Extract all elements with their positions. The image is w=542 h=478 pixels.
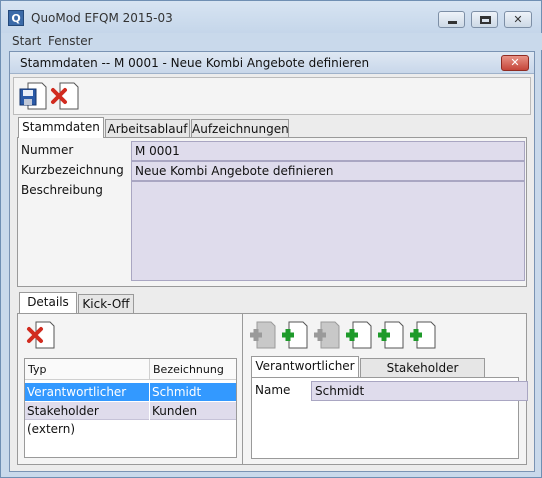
app-window: Q QuoMod EFQM 2015-03 ✕ Start Fenster St… (0, 0, 542, 478)
name-label: Name (255, 383, 291, 397)
maximize-icon (480, 16, 491, 24)
stammdaten-window: Stammdaten -- M 0001 - Neue Kombi Angebo… (9, 51, 535, 472)
stakeholder-table: Typ Bezeichnung Verantwortlicher Schmidt… (24, 358, 237, 458)
app-logo-icon: Q (8, 10, 24, 26)
add-button-2[interactable] (279, 320, 309, 350)
delete-button[interactable] (50, 81, 80, 111)
minimize-icon (448, 21, 457, 24)
main-toolbar (13, 77, 531, 115)
stammdaten-panel: Nummer M 0001 Kurzbezeichnung Neue Kombi… (17, 137, 527, 287)
save-button[interactable] (18, 81, 48, 111)
tab-verantwortlicher[interactable]: Verantwortlicher (251, 356, 359, 377)
add-document-icon (346, 321, 372, 349)
menu-bar: Start Fenster (2, 33, 542, 50)
table-row[interactable]: Verantwortlicher Schmidt (25, 383, 236, 401)
nummer-field[interactable]: M 0001 (131, 141, 525, 161)
nummer-label: Nummer (21, 143, 74, 157)
table-cell-typ: Stakeholder (extern) (25, 402, 149, 436)
right-subpanel: Verantwortlicher Stakeholder (extern) Na… (242, 314, 528, 464)
beschreibung-field[interactable] (131, 181, 525, 281)
tab-arbeitsablauf[interactable]: Arbeitsablauf (105, 119, 190, 139)
save-document-icon (19, 82, 47, 110)
tab-stakeholder-extern[interactable]: Stakeholder (extern) (360, 358, 485, 394)
table-cell-bezeichnung: Kunden (150, 402, 236, 420)
add-disabled-icon (250, 321, 276, 349)
verantwortlicher-panel: Name Schmidt (251, 377, 528, 459)
maximize-button[interactable] (471, 11, 498, 28)
tab-kick-off[interactable]: Kick-Off (78, 294, 134, 314)
delete-entry-button[interactable] (26, 320, 56, 350)
minimize-button[interactable] (438, 11, 465, 28)
app-titlebar[interactable]: Q QuoMod EFQM 2015-03 ✕ (1, 1, 541, 33)
table-row[interactable]: Stakeholder (extern) Kunden (25, 402, 236, 436)
add-document-icon (410, 321, 436, 349)
add-button-5[interactable] (375, 320, 405, 350)
details-panel: Typ Bezeichnung Verantwortlicher Schmidt… (17, 313, 528, 465)
add-document-icon (378, 321, 404, 349)
add-document-icon (282, 321, 308, 349)
column-header-typ[interactable]: Typ (25, 359, 150, 380)
column-header-bezeichnung[interactable]: Bezeichnung (150, 359, 236, 380)
delete-document-icon (51, 82, 79, 110)
add-button-6[interactable] (407, 320, 437, 350)
stammdaten-titlebar[interactable]: Stammdaten -- M 0001 - Neue Kombi Angebo… (10, 52, 534, 74)
delete-document-icon (27, 321, 55, 349)
app-title: QuoMod EFQM 2015-03 (31, 11, 173, 25)
stammdaten-title: Stammdaten -- M 0001 - Neue Kombi Angebo… (20, 56, 370, 70)
table-cell-typ: Verantwortlicher (25, 383, 149, 401)
add-button-1 (247, 320, 277, 350)
kurzbezeichnung-label: Kurzbezeichnung (21, 163, 124, 177)
tab-stammdaten[interactable]: Stammdaten (18, 117, 104, 138)
tab-aufzeichnungen[interactable]: Aufzeichnungen (191, 119, 289, 139)
menu-start[interactable]: Start (12, 34, 41, 48)
close-icon: ✕ (510, 56, 520, 69)
menu-fenster[interactable]: Fenster (48, 34, 93, 48)
add-disabled-icon (314, 321, 340, 349)
add-button-3 (311, 320, 341, 350)
tab-details[interactable]: Details (19, 292, 77, 313)
close-icon: ✕ (513, 13, 523, 26)
beschreibung-label: Beschreibung (21, 183, 103, 197)
name-field[interactable]: Schmidt (311, 381, 528, 401)
add-button-4[interactable] (343, 320, 373, 350)
app-close-button[interactable]: ✕ (504, 11, 532, 28)
stammdaten-close-button[interactable]: ✕ (501, 55, 529, 71)
kurzbezeichnung-field[interactable]: Neue Kombi Angebote definieren (131, 161, 525, 181)
table-cell-bezeichnung: Schmidt (150, 383, 236, 401)
